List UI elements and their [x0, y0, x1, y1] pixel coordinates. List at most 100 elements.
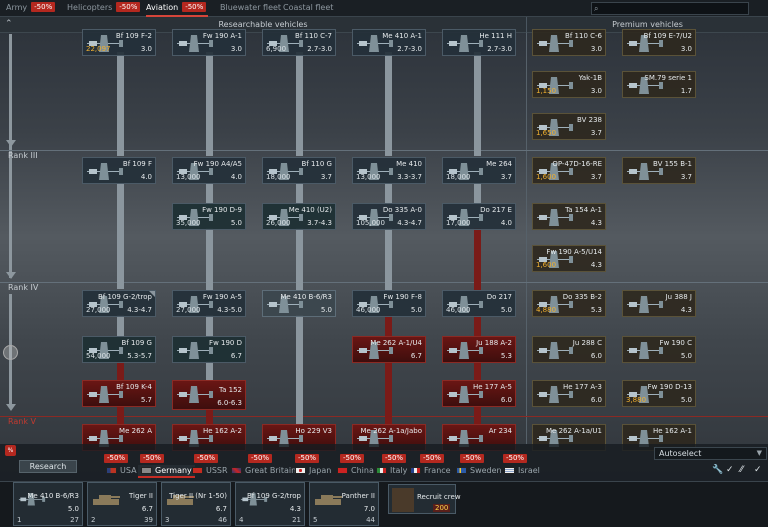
israel-flag-icon — [504, 467, 515, 474]
discount-badge: -50% — [382, 454, 407, 463]
vehicle-card[interactable]: Fw 190 A4/A5 13,000 4.0 — [172, 157, 246, 184]
vehicle-card[interactable]: Me 262 A-1/U4 6.7 — [352, 336, 426, 363]
discount-flag-icon: % — [5, 445, 16, 456]
usa-flag-icon — [106, 467, 117, 474]
nation-tab-germany[interactable]: Germany — [138, 465, 195, 478]
nation-tab-israel[interactable]: Israel — [504, 465, 540, 478]
crew-slot[interactable]: Me 410 B-6/R3 5.0 1 27 — [13, 482, 83, 526]
discount-badge: -50% — [194, 454, 219, 463]
vehicle-card[interactable]: Bf 109 F 4.0 — [82, 157, 156, 184]
premium-vehicle-card[interactable]: BV 238 1,650 3.7 — [532, 113, 606, 140]
premium-vehicle-card[interactable]: He 177 A-3 6.0 — [532, 380, 606, 407]
check-icon[interactable]: ✓ — [726, 465, 734, 475]
vehicle-card[interactable]: Bf 109 G-2/trop 27,000 4.3-4.7 — [82, 290, 156, 317]
premium-vehicle-card[interactable]: Bf 110 C-6 3.0 — [532, 29, 606, 56]
search-input[interactable]: ⌕ — [591, 2, 749, 15]
nation-tab-ussr[interactable]: USSR — [192, 465, 228, 478]
nation-tab-great-britain[interactable]: Great Britain — [231, 465, 296, 478]
china-flag-icon — [337, 467, 348, 474]
vehicle-card[interactable]: Me 410 13,000 3.3-3.7 — [352, 157, 426, 184]
search-icon: ⌕ — [594, 4, 599, 13]
discount-badge: -50% — [182, 2, 207, 12]
crew-slot[interactable]: Bf 109 G-2/trop 4.3 4 21 — [235, 482, 305, 526]
recruit-crew-button[interactable]: Recruit crew 200 — [388, 484, 461, 514]
premium-vehicle-card[interactable]: Fw 190 D-13 3,880 5.0 — [622, 380, 696, 407]
tab-coastal-fleet[interactable]: Coastal fleet — [283, 0, 333, 17]
aircraft-icon — [175, 383, 215, 405]
premium-vehicle-card[interactable]: Bf 109 E-7/U2 3.0 — [622, 29, 696, 56]
vehicle-card[interactable]: Fw 190 A-1 3.0 — [172, 29, 246, 56]
discount-badge: -50% — [460, 454, 485, 463]
nation-tab-japan[interactable]: Japan — [295, 465, 331, 478]
discount-badge: -50% — [248, 454, 273, 463]
france-flag-icon — [410, 467, 421, 474]
tab-aviation[interactable]: Aviation -50% — [146, 0, 208, 17]
vehicle-card[interactable]: Ta 152 6.0-6.3 — [172, 380, 246, 410]
aircraft-icon — [535, 339, 575, 361]
check-all-icon[interactable]: ✓ — [754, 465, 762, 475]
premium-vehicle-card[interactable]: Fw 190 A-5/U14 1,600 4.3 — [532, 245, 606, 272]
vehicle-card[interactable]: Do 217 E 17,000 4.0 — [442, 203, 516, 230]
premium-vehicle-card[interactable]: BV 155 B-1 3.7 — [622, 157, 696, 184]
rank-label: Rank III — [8, 151, 38, 160]
crew-slot[interactable]: Tiger II (Nr 1-50) 6.7 3 46 — [161, 482, 231, 526]
vehicle-card[interactable]: Fw 190 D 6.7 — [172, 336, 246, 363]
vehicle-card[interactable]: He 111 H 2.7-3.0 — [442, 29, 516, 56]
premium-vehicle-card[interactable]: Ju 388 J 4.3 — [622, 290, 696, 317]
vehicle-card[interactable]: Ju 188 A-2 5.3 — [442, 336, 516, 363]
vehicle-card[interactable]: Fw 190 D-9 35,000 5.0 — [172, 203, 246, 230]
top-tab-bar: Army -50% Helicopters -50% Aviation -50% Bl… — [0, 0, 768, 17]
vehicle-card[interactable]: Bf 110 C-7 6,900 2.7-3.0 — [262, 29, 336, 56]
vehicle-card[interactable]: He 177 A-5 6.0 — [442, 380, 516, 407]
vehicle-card[interactable]: Fw 190 A-5 27,000 4.3-5.0 — [172, 290, 246, 317]
tab-bluewater-fleet[interactable]: Bluewater fleet — [220, 0, 281, 17]
nation-tab-china[interactable]: China — [337, 465, 374, 478]
tab-helicopters[interactable]: Helicopters -50% — [67, 0, 141, 17]
vehicle-card[interactable]: Bf 109 K-4 5.7 — [82, 380, 156, 407]
crew-slot[interactable]: Tiger II 6.7 2 39 — [87, 482, 157, 526]
vehicle-card[interactable]: Me 410 B-6/R3 5.0 — [262, 290, 336, 317]
nation-tab-italy[interactable]: Italy — [376, 465, 407, 478]
rank-arrow-icon — [6, 404, 16, 411]
premium-vehicle-card[interactable]: OP-47D-16-RE 1,600 3.7 — [532, 157, 606, 184]
rank-arrow-icon — [6, 272, 16, 279]
vehicle-card[interactable]: Fw 190 F-8 46,000 5.0 — [352, 290, 426, 317]
vehicle-card[interactable]: Me 410 (U2) 26,000 3.7-4.3 — [262, 203, 336, 230]
vehicle-card[interactable]: Bf 109 F-2 22,097 3.0 — [82, 29, 156, 56]
crew-slot[interactable]: Panther II 7.0 5 44 — [309, 482, 379, 526]
ussr-flag-icon — [192, 467, 203, 474]
nation-tab-usa[interactable]: USA — [106, 465, 137, 478]
rank-arrow-icon — [6, 140, 16, 147]
tab-army[interactable]: Army -50% — [6, 0, 56, 17]
premium-vehicle-card[interactable]: Ta 154 A-1 4.3 — [532, 203, 606, 230]
nation-tab-france[interactable]: France — [410, 465, 451, 478]
repair-all-icon[interactable]: ⁄⁄ — [740, 465, 743, 475]
rank-label: Rank V — [8, 417, 37, 426]
tank-icon — [91, 491, 121, 507]
vehicle-card[interactable]: Do 217 46,000 5.0 — [442, 290, 516, 317]
discount-badge: -50% — [420, 454, 445, 463]
nation-tab-sweden[interactable]: Sweden — [456, 465, 502, 478]
germany-flag-icon — [141, 467, 152, 474]
current-rank-marker — [3, 345, 18, 360]
vehicle-card[interactable]: Bf 110 G 18,000 3.7 — [262, 157, 336, 184]
vehicle-card[interactable]: Me 410 A-1 2.7-3.0 — [352, 29, 426, 56]
vehicle-card[interactable]: Do 335 A-0 105,000 4.3-4.7 — [352, 203, 426, 230]
vehicle-card[interactable]: Bf 109 G 54,000 5.3-5.7 — [82, 336, 156, 363]
wrench-icon[interactable]: 🔧 — [712, 465, 723, 475]
premium-vehicle-card[interactable]: SM.79 serie 1 1.7 — [622, 71, 696, 98]
discount-badge: -50% — [31, 2, 56, 12]
autoselect-dropdown[interactable]: Autoselect ▼ — [654, 447, 767, 460]
vehicle-card[interactable]: Me 264 18,000 3.7 — [442, 157, 516, 184]
premium-vehicle-card[interactable]: Do 335 B-2 4,880 5.3 — [532, 290, 606, 317]
discount-badge: -50% — [104, 454, 129, 463]
chevron-down-icon: ▼ — [756, 449, 762, 457]
discount-badge: -50% — [295, 454, 320, 463]
premium-vehicle-card[interactable]: Ju 288 C 6.0 — [532, 336, 606, 363]
japan-flag-icon — [295, 467, 306, 474]
premium-vehicle-card[interactable]: Fw 190 C 5.0 — [622, 336, 696, 363]
aircraft-icon — [85, 160, 125, 182]
research-button[interactable]: Research — [19, 460, 77, 473]
premium-vehicle-card[interactable]: Yak-1B 1,150 3.0 — [532, 71, 606, 98]
discount-badge: -50% — [503, 454, 528, 463]
